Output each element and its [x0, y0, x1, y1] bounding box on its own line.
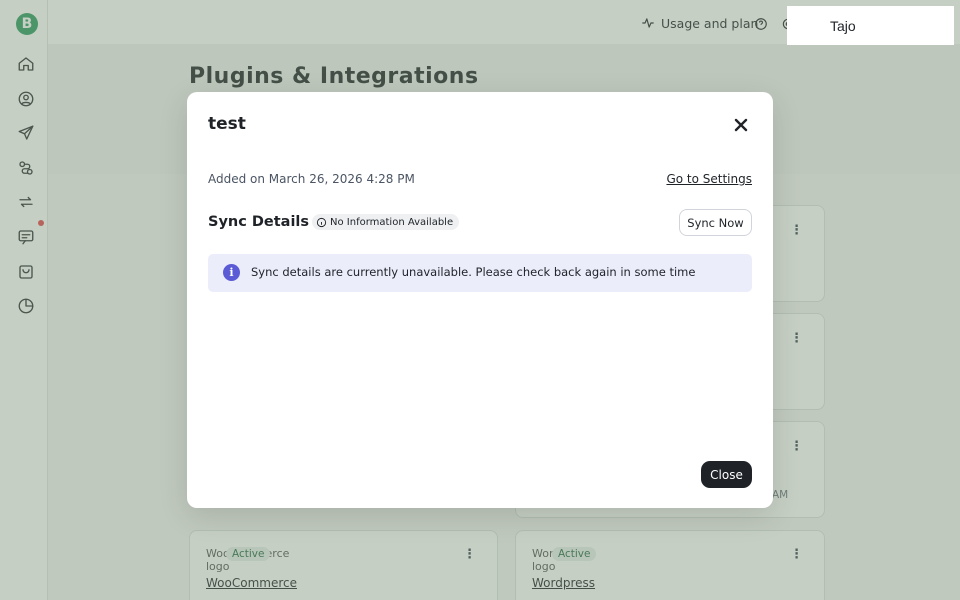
sync-info-alert: i Sync details are currently unavailable…: [208, 254, 752, 292]
alert-message: Sync details are currently unavailable. …: [251, 265, 696, 279]
sync-details-modal: test Added on March 26, 2026 4:28 PM Go …: [187, 92, 773, 508]
sync-details-heading: Sync Details: [208, 214, 310, 230]
sync-status-text: No Information Available: [330, 216, 454, 228]
added-on-text: Added on March 26, 2026 4:28 PM: [208, 172, 415, 186]
close-button[interactable]: Close: [701, 461, 752, 488]
info-icon: i: [223, 264, 240, 281]
sync-now-button[interactable]: Sync Now: [679, 209, 752, 236]
user-name[interactable]: Tajo: [787, 6, 954, 45]
modal-title: test: [208, 114, 246, 134]
info-circle-icon: [316, 217, 327, 227]
close-icon[interactable]: [733, 117, 749, 133]
sync-status-badge: No Information Available: [312, 214, 460, 230]
go-to-settings-link[interactable]: Go to Settings: [666, 172, 752, 186]
